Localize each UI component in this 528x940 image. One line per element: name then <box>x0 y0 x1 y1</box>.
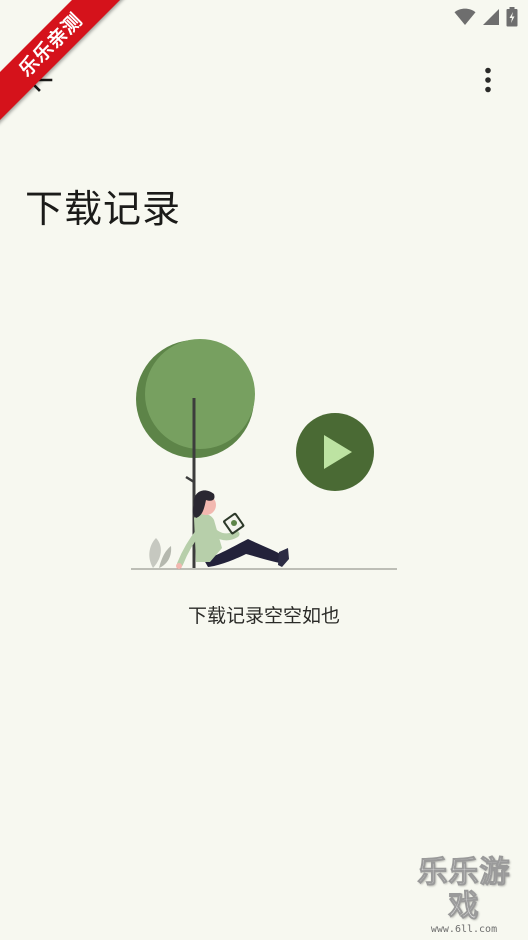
empty-state-message: 下载记录空空如也 <box>187 605 340 627</box>
watermark-url: www.6ll.com <box>430 924 498 935</box>
more-options-button[interactable] <box>464 58 512 106</box>
status-icons <box>454 7 518 31</box>
corner-ribbon: 乐乐亲测 <box>0 0 130 130</box>
more-vertical-icon <box>484 67 492 97</box>
downloads-screen: 乐乐亲测 下载记录 下载记录空空如也 乐乐游戏 www.6ll.com <box>0 0 528 940</box>
wifi-icon <box>454 8 476 30</box>
battery-charging-icon <box>506 7 518 31</box>
ribbon-label: 乐乐亲测 <box>0 0 130 125</box>
cellular-signal-icon <box>482 8 500 30</box>
watermark-logo: 乐乐游戏 www.6ll.com <box>406 855 522 936</box>
page-title: 下载记录 <box>25 187 182 231</box>
empty-state-illustration <box>126 334 402 580</box>
watermark-text: 乐乐游戏 <box>417 855 511 924</box>
person-reading-under-tree-illustration <box>131 339 397 570</box>
